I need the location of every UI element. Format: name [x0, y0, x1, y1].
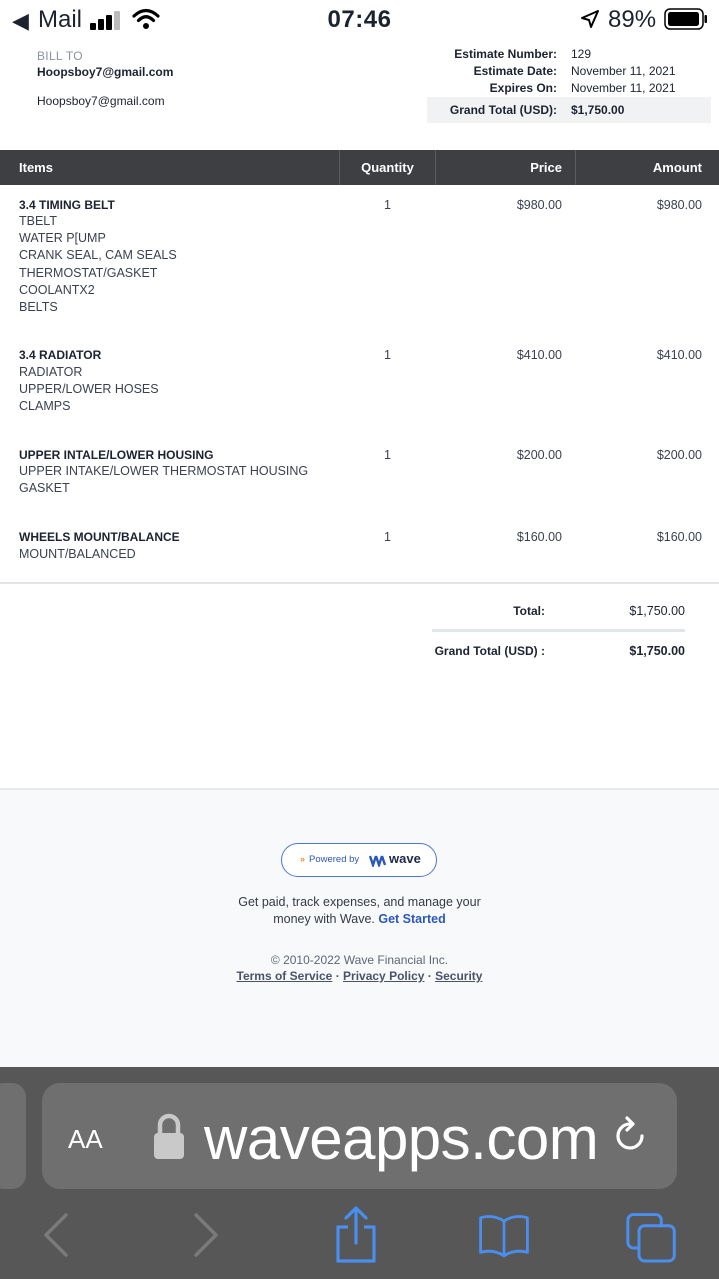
- header-grand-total: $1,750.00: [571, 103, 625, 117]
- terms-of-service-link[interactable]: Terms of Service: [237, 969, 333, 983]
- wave-logo-icon: [369, 855, 387, 867]
- item-price: $980.00: [516, 198, 562, 212]
- item-amount: $160.00: [656, 530, 702, 544]
- footer-tagline: Get paid, track expenses, and manage you…: [238, 895, 481, 909]
- bill-to-label: BILL TO: [37, 49, 83, 63]
- item-title: WHEELS MOUNT/BALANCE: [19, 530, 180, 544]
- link-separator: ·: [335, 969, 340, 983]
- column-header-quantity: Quantity: [361, 160, 414, 175]
- item-description: UPPER INTAKE/LOWER THERMOSTAT HOUSING GA…: [19, 464, 309, 496]
- bookmarks-icon[interactable]: [478, 1205, 530, 1265]
- battery-icon: [664, 8, 707, 30]
- estimate-date-label: Estimate Date:: [473, 64, 557, 78]
- header-grand-total-label: Grand Total (USD):: [449, 103, 557, 117]
- expires-on: November 11, 2021: [571, 81, 676, 95]
- battery-percentage: 89%: [608, 6, 657, 33]
- column-header-items: Items: [19, 160, 53, 175]
- total-value: $1,750.00: [629, 604, 685, 618]
- item-description: MOUNT/BALANCED: [19, 547, 136, 561]
- item-price: $200.00: [516, 448, 562, 462]
- item-description: TBELT WATER P[UMP CRANK SEAL, CAM SEALS …: [19, 214, 177, 315]
- copyright: © 2010-2022 Wave Financial Inc.: [270, 953, 449, 967]
- wave-footer: [0, 788, 719, 1070]
- item-quantity: 1: [384, 348, 391, 362]
- item-quantity: 1: [384, 198, 391, 212]
- item-amount: $980.00: [656, 198, 702, 212]
- item-title: 3.4 TIMING BELT: [19, 198, 115, 212]
- reload-icon[interactable]: [612, 1114, 650, 1156]
- grand-total-label: Grand Total (USD) :: [434, 644, 545, 658]
- chevron-right-icon: »: [300, 854, 306, 864]
- estimate-date: November 11, 2021: [571, 64, 676, 78]
- estimate-number: 129: [571, 47, 592, 61]
- previous-tab-preview[interactable]: [0, 1083, 26, 1189]
- back-arrow-icon[interactable]: [30, 1205, 82, 1265]
- expires-on-label: Expires On:: [489, 81, 557, 95]
- tabs-icon[interactable]: [626, 1205, 678, 1265]
- item-amount: $200.00: [656, 448, 702, 462]
- total-label: Total:: [513, 604, 545, 618]
- footer-tagline-text: money with Wave.: [273, 912, 375, 926]
- share-icon[interactable]: [330, 1205, 382, 1265]
- lock-icon: [154, 1113, 184, 1159]
- column-header-amount: Amount: [652, 160, 702, 175]
- item-title: 3.4 RADIATOR: [19, 348, 102, 362]
- url-text[interactable]: waveapps.com: [204, 1104, 596, 1173]
- text-size-button[interactable]: AA: [68, 1118, 103, 1157]
- estimate-number-label: Estimate Number:: [454, 47, 557, 61]
- bill-to-email: Hoopsboy7@gmail.com: [37, 94, 165, 108]
- footer-links: Terms of Service · Privacy Policy · Secu…: [0, 969, 719, 983]
- grand-total-value: $1,750.00: [629, 644, 685, 658]
- text-size-label: AA: [68, 1124, 103, 1154]
- location-arrow-icon: [581, 10, 599, 28]
- privacy-policy-link[interactable]: Privacy Policy: [343, 969, 424, 983]
- item-price: $160.00: [516, 530, 562, 544]
- column-header-price: Price: [530, 160, 562, 175]
- item-quantity: 1: [384, 448, 391, 462]
- footer-tagline-line2: money with Wave. Get Started: [0, 912, 719, 926]
- link-separator: ·: [427, 969, 432, 983]
- item-amount: $410.00: [656, 348, 702, 362]
- item-title: UPPER INTALE/LOWER HOUSING: [19, 448, 214, 462]
- item-price: $410.00: [516, 348, 562, 362]
- item-quantity: 1: [384, 530, 391, 544]
- wave-brand-text: wave: [389, 851, 421, 866]
- table-bottom-divider: [0, 582, 719, 584]
- bill-to-name: Hoopsboy7@gmail.com: [37, 65, 174, 79]
- get-started-link[interactable]: Get Started: [378, 912, 445, 926]
- item-description: RADIATOR UPPER/LOWER HOSES CLAMPS: [19, 365, 159, 414]
- forward-arrow-icon[interactable]: [180, 1205, 232, 1265]
- security-link[interactable]: Security: [435, 969, 482, 983]
- totals-divider: [432, 629, 685, 632]
- powered-by-wave-badge[interactable]: » Powered by wave: [281, 843, 437, 877]
- powered-by-label: Powered by: [309, 854, 360, 865]
